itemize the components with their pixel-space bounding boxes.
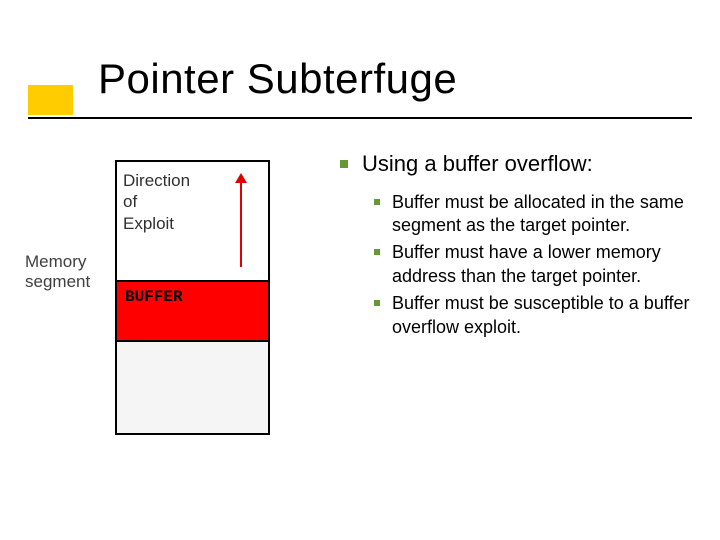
- bullet-l1-text: Using a buffer overflow:: [362, 150, 593, 179]
- bullet-square-icon: [340, 160, 348, 168]
- bullet-level1: Using a buffer overflow:: [340, 150, 702, 179]
- memory-segment-label: Memory segment: [25, 252, 90, 293]
- bullet-l2-text: Buffer must be allocated in the same seg…: [392, 191, 702, 238]
- slide-title: Pointer Subterfuge: [98, 55, 457, 103]
- bullet-level2: Buffer must have a lower memory address …: [374, 241, 702, 288]
- bullet-level2: Buffer must be susceptible to a buffer o…: [374, 292, 702, 339]
- title-underline: [28, 117, 692, 119]
- bullet-l2-text: Buffer must have a lower memory address …: [392, 241, 702, 288]
- memory-top-region: Direction of Exploit: [117, 162, 268, 282]
- bullet-text-area: Using a buffer overflow: Buffer must be …: [340, 150, 720, 450]
- content-area: Memory segment Direction of Exploit BUFF…: [0, 150, 720, 450]
- exploit-arrow-icon: [240, 182, 242, 267]
- buffer-label: BUFFER: [125, 288, 183, 306]
- memory-box: Direction of Exploit BUFFER: [115, 160, 270, 435]
- accent-square: [28, 85, 73, 115]
- bullet-l2-text: Buffer must be susceptible to a buffer o…: [392, 292, 702, 339]
- memory-diagram: Memory segment Direction of Exploit BUFF…: [0, 150, 340, 450]
- buffer-region: BUFFER: [117, 282, 268, 342]
- bullet-level2: Buffer must be allocated in the same seg…: [374, 191, 702, 238]
- bullet-square-icon: [374, 249, 380, 255]
- bullet-square-icon: [374, 300, 380, 306]
- bullet-square-icon: [374, 199, 380, 205]
